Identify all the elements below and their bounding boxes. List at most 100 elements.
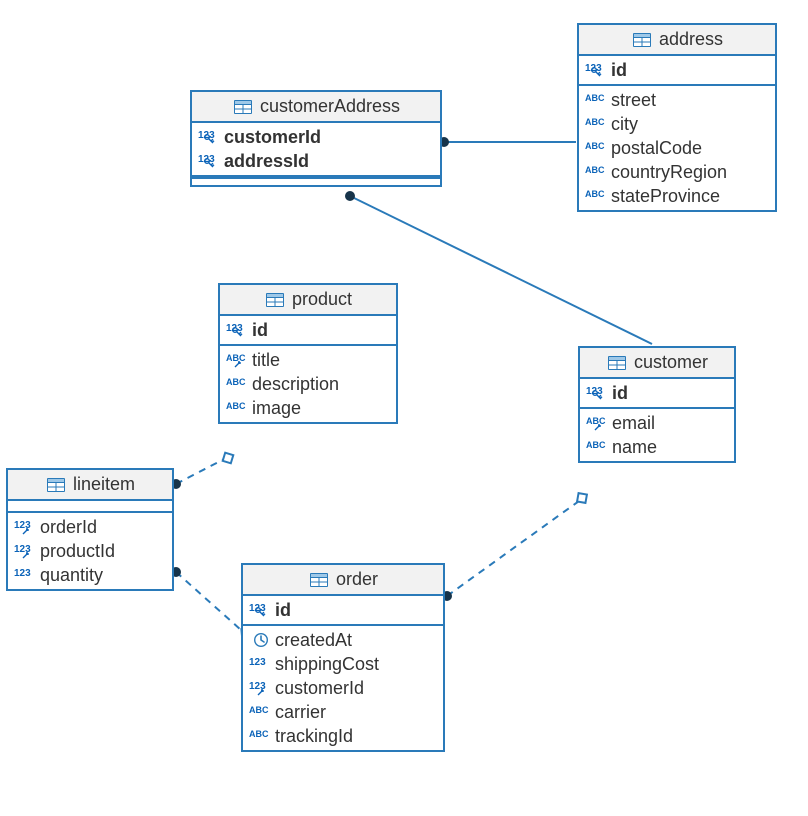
entity-title: product (292, 289, 352, 310)
column-name: city (611, 113, 638, 135)
pk-section-customer: 123id (580, 379, 734, 409)
type-icon: 123 (249, 679, 271, 697)
column-name: id (275, 599, 291, 621)
svg-text:ABC: ABC (249, 705, 269, 715)
type-icon: ABC (226, 399, 248, 417)
type-icon: ABC (585, 187, 607, 205)
svg-text:ABC: ABC (249, 729, 269, 739)
entity-customer[interactable]: customer123idABCemailABCname (578, 346, 736, 463)
entity-header-lineitem[interactable]: lineitem (8, 470, 172, 501)
column-name: quantity (40, 564, 103, 586)
entity-title: order (336, 569, 378, 590)
type-icon: 123 (198, 128, 220, 146)
type-icon: 123 (14, 518, 36, 536)
column-name: id (612, 382, 628, 404)
column-row[interactable]: ABC trackingId (243, 724, 443, 748)
column-row[interactable]: ABCemail (580, 411, 734, 435)
column-row[interactable]: 123id (579, 58, 775, 82)
type-icon: ABC (585, 115, 607, 133)
entity-title: address (659, 29, 723, 50)
entity-footer (192, 177, 440, 185)
column-row[interactable]: 123orderId (8, 515, 172, 539)
cols-section-lineitem: 123orderId123productId123quantity (8, 513, 172, 589)
svg-text:ABC: ABC (226, 401, 246, 411)
pk-section-customerAddress: 123customerId123addressId (192, 123, 440, 177)
type-icon: 123 (226, 321, 248, 339)
entity-header-order[interactable]: order (243, 565, 443, 596)
column-name: description (252, 373, 339, 395)
column-name: productId (40, 540, 115, 562)
type-icon: ABC (585, 163, 607, 181)
pk-section-lineitem (8, 501, 172, 513)
entity-header-address[interactable]: address (579, 25, 775, 56)
column-name: carrier (275, 701, 326, 723)
column-row[interactable]: createdAt (243, 628, 443, 652)
column-row[interactable]: ABC name (580, 435, 734, 459)
column-name: trackingId (275, 725, 353, 747)
column-row[interactable]: ABC city (579, 112, 775, 136)
column-row[interactable]: 123customerId (192, 125, 440, 149)
column-row[interactable]: 123addressId (192, 149, 440, 173)
entity-title: customer (634, 352, 708, 373)
table-icon (45, 476, 67, 494)
column-name: addressId (224, 150, 309, 172)
svg-text:ABC: ABC (585, 93, 605, 103)
cols-section-address: ABC street ABC cityABCpostalCodeABCcountryR… (579, 86, 775, 210)
column-row[interactable]: 123customerId (243, 676, 443, 700)
connector-endpoint-diamond (220, 450, 236, 466)
svg-text:ABC: ABC (586, 440, 606, 450)
entity-header-customer[interactable]: customer (580, 348, 734, 379)
type-icon: ABC (226, 351, 248, 369)
cols-section-customer: ABCemailABCname (580, 409, 734, 461)
svg-text:ABC: ABC (585, 165, 605, 175)
svg-text:ABC: ABC (585, 141, 605, 151)
pk-section-address: 123id (579, 56, 775, 86)
svg-text:123: 123 (14, 568, 31, 579)
column-name: id (252, 319, 268, 341)
table-icon (606, 354, 628, 372)
entity-customerAddress[interactable]: customerAddress123customerId123addressId (190, 90, 442, 187)
svg-text:123: 123 (249, 657, 266, 668)
entity-product[interactable]: product123idABCtitleABCdescriptionABCima… (218, 283, 398, 424)
type-icon (249, 631, 271, 649)
column-row[interactable]: 123id (243, 598, 443, 622)
column-name: name (612, 436, 657, 458)
type-icon: ABC (226, 375, 248, 393)
column-row[interactable]: 123 quantity (8, 563, 172, 587)
type-icon: 123 (14, 542, 36, 560)
column-row[interactable]: ABCpostalCode (579, 136, 775, 160)
column-name: shippingCost (275, 653, 379, 675)
type-icon: ABC (585, 139, 607, 157)
entity-header-customerAddress[interactable]: customerAddress (192, 92, 440, 123)
column-name: orderId (40, 516, 97, 538)
type-icon: ABC (249, 703, 271, 721)
entity-address[interactable]: address 123id ABC street ABC cityABCpostalCod… (577, 23, 777, 212)
column-row[interactable]: ABCimage (220, 396, 396, 420)
entity-lineitem[interactable]: lineitem123orderId123productId123quantit… (6, 468, 174, 591)
entity-header-product[interactable]: product (220, 285, 396, 316)
connector-lineitem-product (176, 456, 230, 484)
column-row[interactable]: ABCcountryRegion (579, 160, 775, 184)
column-row[interactable]: ABC carrier (243, 700, 443, 724)
type-icon: ABC (249, 727, 271, 745)
svg-text:ABC: ABC (586, 416, 606, 426)
column-name: stateProvince (611, 185, 720, 207)
column-row[interactable]: ABCstateProvince (579, 184, 775, 208)
column-row[interactable]: 123id (220, 318, 396, 342)
connector-order-customer (447, 496, 586, 596)
column-name: title (252, 349, 280, 371)
type-icon: 123 (249, 601, 271, 619)
column-row[interactable]: ABC street (579, 88, 775, 112)
column-row[interactable]: ABCtitle (220, 348, 396, 372)
cols-section-product: ABCtitleABCdescriptionABCimage (220, 346, 396, 422)
column-row[interactable]: ABCdescription (220, 372, 396, 396)
svg-text:ABC: ABC (585, 117, 605, 127)
column-name: street (611, 89, 656, 111)
entity-order[interactable]: order123idcreatedAt123shippingCost123cus… (241, 563, 445, 752)
type-icon: 123 (14, 566, 36, 584)
pk-section-product: 123id (220, 316, 396, 346)
column-row[interactable]: 123productId (8, 539, 172, 563)
column-row[interactable]: 123 shippingCost (243, 652, 443, 676)
column-row[interactable]: 123id (580, 381, 734, 405)
connector-endpoint-dot (345, 191, 355, 201)
